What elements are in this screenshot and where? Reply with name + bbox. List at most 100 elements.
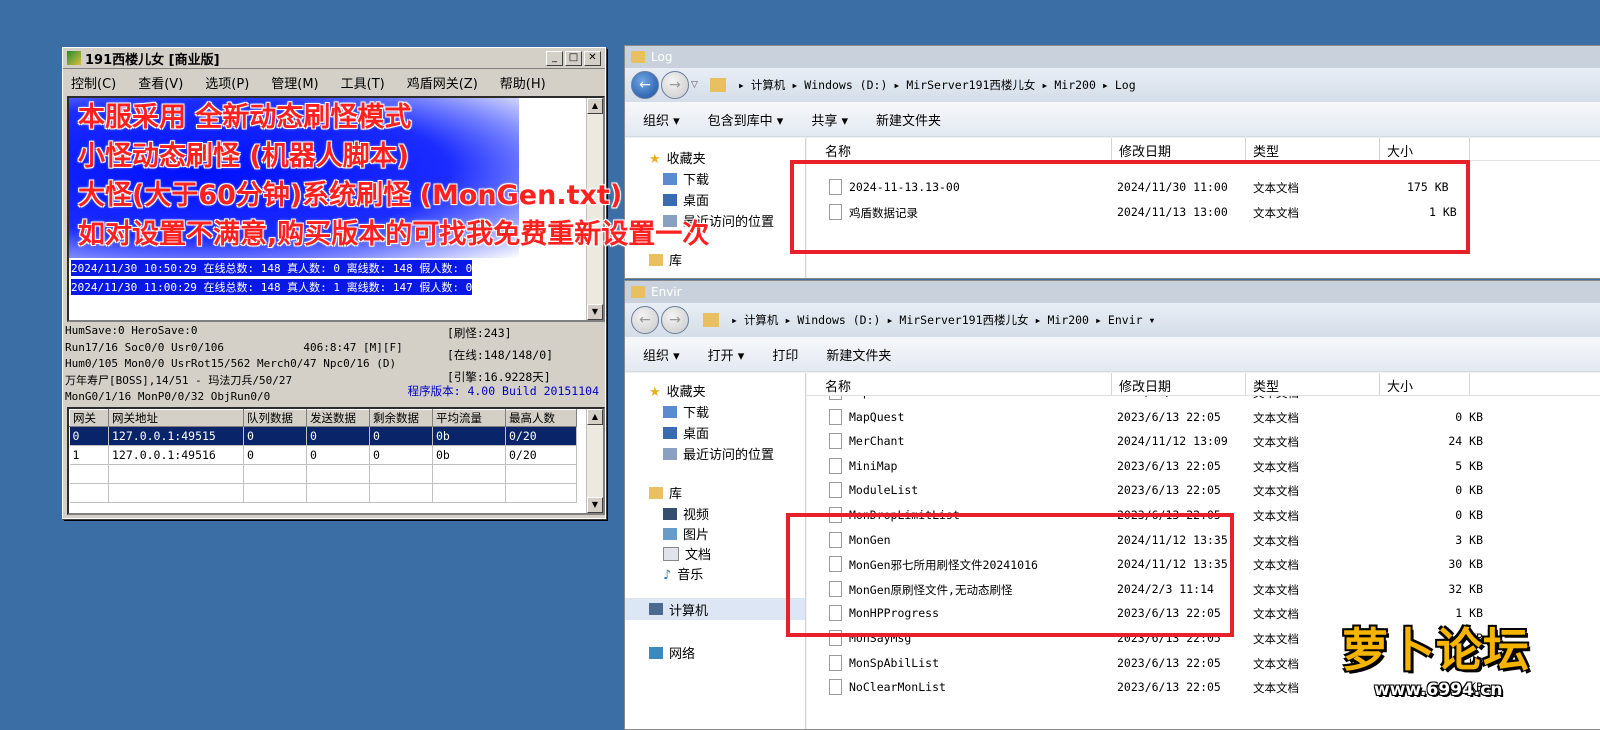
breadcrumb-item[interactable]: MirServer191西楼儿女 [906,77,1035,93]
col-sent[interactable]: 发送数据 [306,409,370,427]
menu-manage[interactable]: 管理(M) [271,73,318,92]
file-name: NoClearMonList [849,680,946,695]
menu-options[interactable]: 选项(P) [205,73,249,92]
highlight-box [786,513,1234,637]
forward-icon[interactable]: → [661,306,689,334]
nav-videos[interactable]: 视频 [663,504,709,523]
back-icon[interactable]: ← [631,71,659,99]
new-folder-button[interactable]: 新建文件夹 [876,110,941,129]
include-library-button[interactable]: 包含到库中 ▾ [708,110,784,129]
nav-label: 文档 [685,548,712,563]
file-size: 30 KB [1448,557,1483,572]
file-type: 文本文档 [1253,656,1299,671]
col-modified[interactable]: 修改日期 [1119,141,1171,160]
breadcrumb-item[interactable]: Windows (D:) [797,313,880,327]
file-size: 0 KB [1455,508,1483,522]
breadcrumb-item[interactable]: Envir [1108,313,1143,327]
col-name[interactable]: 名称 [825,376,851,395]
grid-scrollbar[interactable]: ▲ ▼ [586,409,603,513]
nav-label: 桌面 [683,427,710,442]
col-queue[interactable]: 队列数据 [243,409,307,427]
cell: 0 [369,426,433,446]
nav-computer[interactable]: 计算机 [625,598,805,620]
col-avg-flow[interactable]: 平均流量 [432,409,506,427]
file-row[interactable]: MiniMap 2023/6/13 22:05 文本文档 5 KB [807,455,1600,479]
breadcrumb-item[interactable]: MirServer191西楼儿女 [899,312,1028,328]
cell: 127.0.0.1:49516 [108,445,244,465]
col-address[interactable]: 网关地址 [108,409,244,427]
log-title-bar[interactable]: Log [625,46,1600,68]
nav-recent[interactable]: 最近访问的位置 [663,444,774,463]
nav-favorites[interactable]: ★ 收藏夹 [649,381,706,401]
breadcrumb-item[interactable]: Windows (D:) [804,78,887,92]
gateway-grid: 网关 网关地址 队列数据 发送数据 剩余数据 平均流量 最高人数 0 127.0… [67,407,605,515]
nav-pictures[interactable]: 图片 [663,524,709,543]
table-row[interactable]: 0 127.0.0.1:49515 0 0 0 0b 0/20 [69,426,577,446]
file-type: 文本文档 [1253,509,1299,523]
close-button[interactable]: ✕ [584,51,601,66]
envir-toolbar: 组织 ▾ 打开 ▾ 打印 新建文件夹 [625,337,1600,372]
library-icon [649,486,663,499]
breadcrumb-item[interactable]: Mir200 [1054,78,1096,92]
breadcrumb-item[interactable]: Mir200 [1047,313,1089,327]
back-icon[interactable]: ← [631,306,659,334]
breadcrumb[interactable]: ▸ 计算机 ▸ Windows (D:) ▸ MirServer191西楼儿女 ▸ M… [709,77,1136,93]
menu-view[interactable]: 查看(V) [138,73,183,92]
col-size[interactable]: 大小 [1387,141,1413,160]
col-gateway[interactable]: 网关 [69,409,109,427]
file-name: MonSpAbilList [849,655,940,670]
file-type: 文本文档 [1253,410,1299,425]
cell: 0 [243,445,307,465]
nav-desktop[interactable]: 桌面 [663,423,709,442]
file-name: MapQuest [849,409,905,424]
server-title-bar[interactable]: 191西楼儿女 [商业版] [63,48,605,69]
logo-url: www.6994.cn [1374,680,1503,700]
scroll-down-icon[interactable]: ▼ [587,304,603,320]
log-column-headers: 名称 修改日期 类型 大小 [807,138,1600,161]
nav-music[interactable]: ♪ 音乐 [663,564,703,584]
col-type[interactable]: 类型 [1253,376,1279,395]
col-name[interactable]: 名称 [825,141,851,160]
scroll-up-icon[interactable]: ▲ [587,409,603,425]
nav-libraries[interactable]: 库 [649,483,682,502]
menu-tools[interactable]: 工具(T) [341,73,385,92]
breadcrumb-item[interactable]: 计算机 [751,77,786,93]
maximize-button[interactable]: □ [565,51,582,66]
recent-pages-icon[interactable]: ▽ [691,80,698,90]
breadcrumb-item[interactable]: Log [1115,78,1136,92]
menu-control[interactable]: 控制(C) [71,73,116,92]
open-button[interactable]: 打开 ▾ [708,345,745,364]
new-folder-button[interactable]: 新建文件夹 [826,345,891,364]
scroll-down-icon[interactable]: ▼ [587,497,603,513]
file-row[interactable]: MapQuest 2023/6/13 22:05 文本文档 0 KB [807,406,1600,430]
table-row[interactable]: 1 127.0.0.1:49516 0 0 0 0b 0/20 [69,445,577,465]
nav-documents[interactable]: 文档 [663,544,711,563]
menu-gateway[interactable]: 鸡盾网关(Z) [407,73,478,92]
breadcrumb[interactable]: ▸ 计算机 ▸ Windows (D:) ▸ MirServer191西楼儿女 ▸ M… [703,312,1155,328]
folder-icon [709,78,726,92]
col-remaining[interactable]: 剩余数据 [369,409,433,427]
col-max-users[interactable]: 最高人数 [505,409,577,427]
share-button[interactable]: 共享 ▾ [811,110,848,129]
breadcrumb-item[interactable]: 计算机 [744,312,779,328]
col-type[interactable]: 类型 [1253,141,1279,160]
cell: 1 [69,445,109,465]
log-line: 2024/11/30 11:00:29 在线总数: 148 真人数: 1 离线数… [71,279,473,295]
print-button[interactable]: 打印 [772,345,798,364]
nav-downloads[interactable]: 下载 [663,402,709,421]
organize-button[interactable]: 组织 ▾ [643,345,680,364]
col-modified[interactable]: 修改日期 [1119,376,1171,395]
file-type: 文本文档 [1253,681,1299,696]
cell: 127.0.0.1:49515 [108,426,244,446]
envir-title-bar[interactable]: Envir [625,281,1600,303]
nav-network[interactable]: 网络 [649,643,695,662]
nav-label: 计算机 [669,603,709,619]
file-row[interactable]: MerChant 2024/11/12 13:09 文本文档 24 KB [807,430,1600,454]
cell: 0/20 [505,426,577,446]
envir-column-headers: 名称 修改日期 类型 大小 [807,373,1600,396]
minimize-button[interactable]: _ [546,51,563,66]
file-row[interactable]: ModuleList 2023/6/13 22:05 文本文档 0 KB [807,479,1600,503]
forward-icon[interactable]: → [661,71,689,99]
col-size[interactable]: 大小 [1387,376,1413,395]
menu-help[interactable]: 帮助(H) [500,73,546,92]
